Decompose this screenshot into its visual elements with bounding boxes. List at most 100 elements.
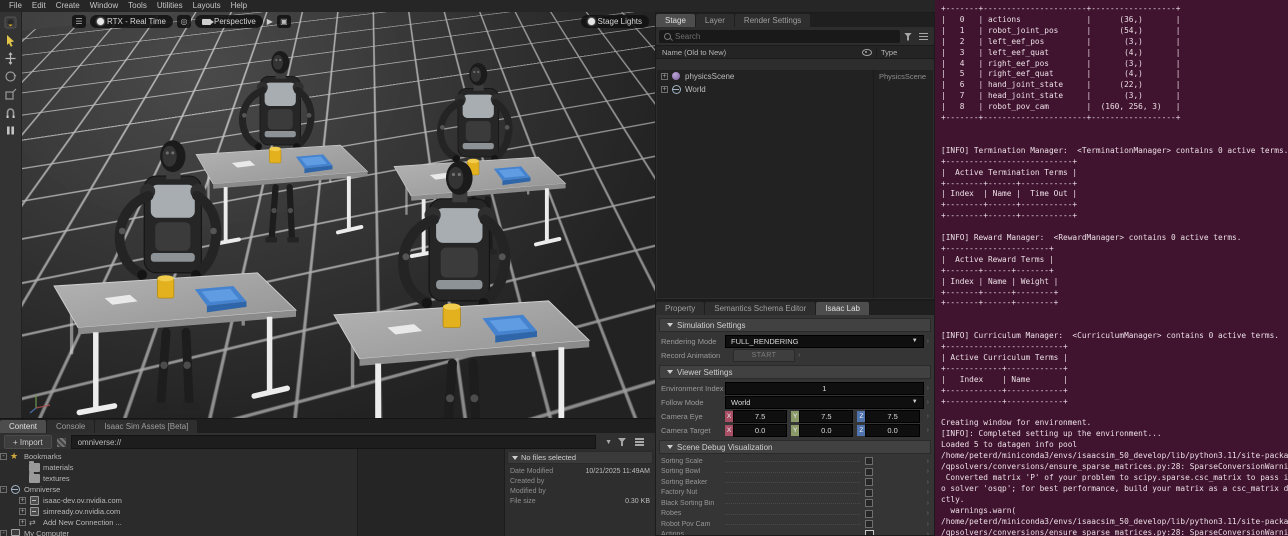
tree-item-icon (10, 452, 21, 461)
expand-icon[interactable] (19, 464, 26, 471)
debug-checkbox[interactable] (865, 520, 873, 529)
stage-tab[interactable]: Render Settings (734, 14, 811, 27)
viewport-menu-icon[interactable]: ☰ (72, 15, 86, 28)
viewport-options-icon[interactable]: ▣ (276, 15, 291, 28)
stage-tab[interactable]: Stage (656, 14, 695, 27)
menu-item[interactable]: Help (226, 0, 252, 12)
camera-target-y-input[interactable]: 0.0 (799, 423, 854, 437)
search-placeholder: Search (675, 32, 701, 41)
tree-item[interactable]: - My Computer (0, 528, 357, 536)
thumbnail-toggle-icon[interactable] (56, 437, 66, 447)
tree-item-label: simready.ov.nvidia.com (43, 507, 121, 516)
isaac-badge-icon[interactable] (2, 14, 20, 30)
tree-item[interactable]: materials (0, 461, 357, 473)
details-label: Date Modified (510, 467, 554, 475)
camera-eye-x-input[interactable]: 7.5 (733, 409, 788, 423)
select-tool-icon[interactable] (2, 32, 20, 48)
section-simulation-settings[interactable]: Simulation Settings (659, 318, 931, 332)
filter-icon[interactable] (904, 32, 912, 41)
menu-item[interactable]: Edit (27, 0, 51, 12)
tree-item-icon (29, 461, 40, 472)
camera-expand-icon[interactable]: ▶ (267, 17, 273, 26)
expand-icon[interactable] (19, 475, 26, 482)
camera-selector[interactable]: Perspective (194, 15, 263, 28)
stage-search-input[interactable]: Search (659, 30, 900, 43)
type-column-header[interactable]: Type (876, 47, 934, 57)
camera-eye-z-input[interactable]: 7.5 (865, 409, 920, 423)
expand-icon[interactable] (661, 73, 668, 80)
debug-checkbox[interactable] (865, 488, 873, 497)
import-button[interactable]: + Import (4, 435, 52, 449)
row-expand-icon: › (926, 489, 929, 497)
camera-icon (201, 18, 214, 25)
follow-mode-dropdown[interactable]: World ▼ (725, 395, 924, 409)
debug-toggle-label: Sorting Bowl (661, 468, 701, 476)
camera-target-z-input[interactable]: 0.0 (865, 423, 920, 437)
debug-checkbox[interactable] (865, 509, 873, 518)
expand-icon[interactable]: + (19, 519, 26, 526)
menu-item[interactable]: Tools (123, 0, 152, 12)
camera-eye-y-input[interactable]: 7.5 (799, 409, 854, 423)
stage-prim-row[interactable]: physicsScene PhysicsScene (657, 70, 933, 83)
start-recording-button[interactable]: START (733, 348, 795, 362)
visibility-column-header[interactable] (858, 48, 876, 56)
tree-item[interactable]: textures (0, 472, 357, 484)
property-tab[interactable]: Isaac Lab (816, 302, 869, 315)
section-scene-debug[interactable]: Scene Debug Visualization (659, 440, 931, 454)
tree-item-icon (10, 485, 21, 494)
rotate-tool-icon[interactable] (2, 68, 20, 84)
scale-tool-icon[interactable] (2, 86, 20, 102)
snap-tool-icon[interactable] (2, 104, 20, 120)
menu-item[interactable]: Window (85, 0, 123, 12)
expand-icon[interactable]: + (19, 508, 26, 515)
move-tool-icon[interactable] (2, 50, 20, 66)
path-input[interactable]: omniverse:// (70, 435, 597, 449)
terminal-window[interactable]: +-------+----------------------+--------… (935, 0, 1288, 536)
details-row: File size 0.30 KB (505, 496, 655, 506)
render-settings-icon[interactable]: ◎ (176, 15, 191, 28)
stage-tab[interactable]: Layer (695, 14, 734, 27)
property-tab[interactable]: Property (656, 302, 705, 315)
rendering-mode-dropdown[interactable]: FULL_RENDERING ▼ (725, 334, 924, 348)
camera-target-x-input[interactable]: 0.0 (733, 423, 788, 437)
content-tab[interactable]: Console (47, 420, 95, 433)
list-view-icon[interactable] (635, 441, 644, 443)
content-tab[interactable]: Isaac Sim Assets [Beta] (95, 420, 198, 433)
section-viewer-settings[interactable]: Viewer Settings (659, 365, 931, 379)
viewport-3d[interactable]: ☰ RTX - Real Time ◎ Perspective ▶ ▣ Stag… (22, 12, 655, 418)
expand-icon[interactable]: - (0, 486, 7, 493)
details-header[interactable]: No files selected (507, 451, 653, 464)
chevron-down-icon[interactable]: ▼ (605, 439, 612, 446)
debug-checkbox[interactable] (865, 467, 873, 476)
environment-index-input[interactable]: 1 (725, 381, 924, 395)
tree-item[interactable]: - Bookmarks (0, 451, 357, 462)
tree-item[interactable]: + simready.ov.nvidia.com (0, 506, 357, 517)
renderer-selector[interactable]: RTX - Real Time (90, 15, 173, 28)
expand-icon[interactable]: - (0, 453, 7, 460)
tree-item[interactable]: + Add New Connection ... (0, 517, 357, 528)
content-tab[interactable]: Content (0, 420, 47, 433)
property-tab[interactable]: Semantics Schema Editor (705, 302, 816, 315)
menu-item[interactable]: Layouts (188, 0, 226, 12)
menu-item[interactable]: Utilities (152, 0, 188, 12)
stage-prim-row[interactable]: World (657, 83, 933, 96)
menu-item[interactable]: Create (51, 0, 85, 12)
tree-item[interactable]: + isaac-dev.ov.nvidia.com (0, 495, 357, 506)
debug-checkbox[interactable] (865, 457, 873, 466)
menu-item[interactable]: File (4, 0, 27, 12)
debug-checkbox[interactable] (865, 499, 873, 508)
name-column-header[interactable]: Name (Old to New) (656, 48, 858, 57)
stage-lights-button[interactable]: Stage Lights (580, 15, 649, 28)
expand-icon[interactable]: - (0, 530, 7, 536)
pause-button-icon[interactable] (2, 122, 20, 138)
filter-icon[interactable] (618, 438, 626, 446)
file-grid-area[interactable] (358, 449, 505, 536)
expand-icon[interactable]: + (19, 497, 26, 504)
options-icon[interactable] (919, 35, 928, 38)
tree-item[interactable]: - Omniverse (0, 484, 357, 495)
row-expand-icon: › (926, 478, 929, 486)
debug-checkbox[interactable] (865, 478, 873, 487)
dotted-leader (725, 460, 860, 463)
expand-icon[interactable] (661, 86, 668, 93)
debug-checkbox[interactable] (865, 530, 874, 535)
